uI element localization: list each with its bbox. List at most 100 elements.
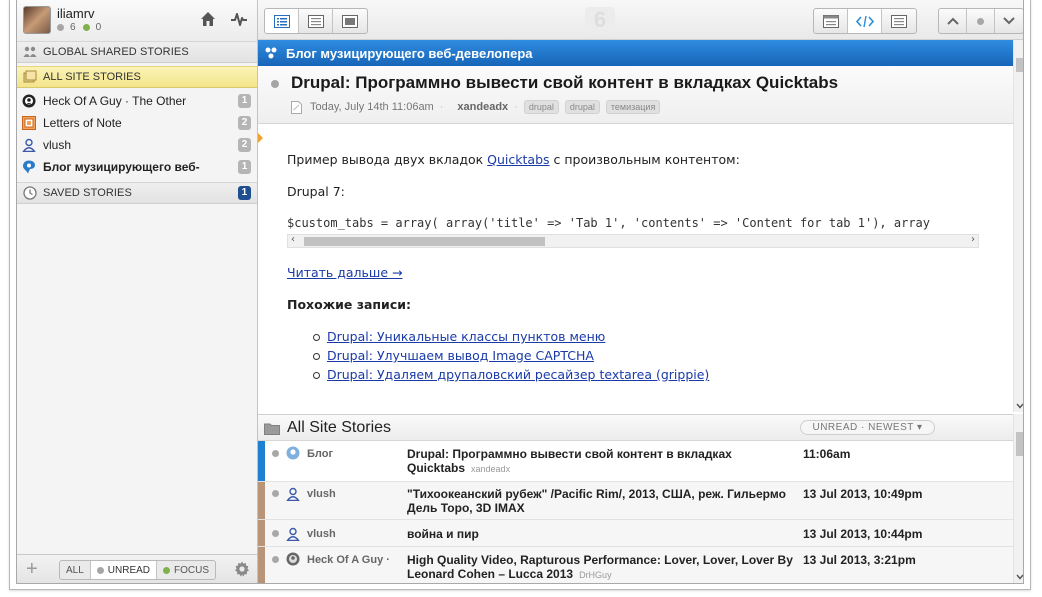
text-view-icon	[307, 14, 324, 28]
sidebar-feed-letters-of-note[interactable]: Letters of Note 2	[17, 112, 257, 134]
chevron-left-icon[interactable]: ‹	[291, 234, 295, 245]
story-list-scroll-thumb[interactable]	[1016, 432, 1023, 456]
all-site-stories[interactable]: ALL SITE STORIES	[17, 66, 257, 88]
table-row[interactable]: vlush война и пир 13 Jul 2013, 10:44pm	[258, 520, 1013, 547]
blog-favicon-icon	[265, 47, 277, 59]
unread-dot-icon[interactable]	[272, 450, 279, 457]
unread-dot-icon[interactable]	[272, 490, 279, 497]
related-heading: Похожие записи:	[287, 297, 411, 312]
row-date: 13 Jul 2013, 10:49pm	[803, 487, 923, 501]
filter-focus-label: FOCUS	[174, 564, 210, 576]
code-scroll-thumb[interactable]	[304, 237, 545, 246]
unread-badge: 1	[238, 94, 251, 108]
grey-count: 6	[70, 22, 76, 33]
sidebar-feed-vlush[interactable]: vlush 2	[17, 134, 257, 156]
top-toolbar: 6	[258, 0, 1023, 40]
table-row[interactable]: vlush "Тихоокеанский рубеж" /Pacific Rim…	[258, 482, 1013, 520]
feed-color-stripe	[258, 547, 265, 583]
grey-dot-icon	[977, 17, 984, 25]
story-view-icon	[891, 14, 907, 28]
home-icon[interactable]	[200, 11, 216, 27]
story-list-scrollbar[interactable]	[1013, 414, 1024, 583]
global-shared-label: GLOBAL SHARED STORIES	[43, 46, 189, 58]
code-horizontal-scrollbar[interactable]: ‹ ›	[287, 234, 979, 248]
related-link[interactable]: Drupal: Удаляем друпаловский ресайзер te…	[327, 367, 709, 382]
user-favicon-icon	[286, 527, 300, 541]
avatar[interactable]	[23, 6, 51, 34]
row-feed-name: vlush	[307, 528, 336, 540]
unread-dot-icon	[271, 80, 279, 88]
feed-label: Heck Of A Guy · The Other	[43, 94, 187, 108]
story-title[interactable]: Drupal: Программно вывести свой контент …	[271, 73, 838, 93]
user-counts: 6 0	[57, 22, 101, 33]
user-bar: iliamrv 6 0	[17, 0, 257, 42]
document-icon	[291, 100, 302, 114]
user-favicon-icon	[22, 138, 36, 152]
story-tag[interactable]: drupal	[523, 100, 559, 114]
mark-unread-button[interactable]	[967, 9, 995, 33]
quicktabs-link[interactable]: Quicktabs	[487, 152, 549, 167]
code-icon	[855, 15, 874, 27]
story-tag[interactable]: drupal	[564, 100, 600, 114]
app-container: iliamrv 6 0 GLOBAL SHARED STORIES ALL SI…	[16, 0, 1024, 584]
list-item: Drupal: Уникальные классы пунктов меню	[312, 329, 709, 348]
code-view-button[interactable]	[848, 9, 882, 33]
row-feed-name: vlush	[307, 488, 336, 500]
read-more-link[interactable]: Читать дальше →	[287, 265, 403, 280]
row-title: "Тихоокеанский рубеж" /Pacific Rim/, 201…	[407, 487, 799, 515]
sidebar-footer: + ALL UNREAD FOCUS	[17, 554, 257, 583]
green-dot-icon	[82, 24, 90, 31]
story-only-view-button[interactable]	[882, 9, 916, 33]
activity-icon[interactable]	[230, 11, 248, 27]
feed-label: Letters of Note	[43, 116, 122, 130]
filter-focus-button[interactable]: FOCUS	[157, 561, 215, 579]
row-title: война и пир	[407, 527, 799, 541]
full-view-button[interactable]	[333, 9, 367, 33]
add-feed-icon[interactable]: +	[26, 559, 38, 579]
chevron-down-icon[interactable]	[1016, 574, 1024, 580]
chevron-right-icon[interactable]: ›	[971, 234, 975, 245]
story-tag[interactable]: темизация	[605, 100, 661, 114]
saved-label: SAVED STORIES	[43, 187, 132, 199]
drupal-version: Drupal 7:	[287, 184, 345, 199]
story-scrollbar[interactable]	[1013, 40, 1024, 412]
unread-dot-icon[interactable]	[272, 530, 279, 537]
original-view-button[interactable]	[814, 9, 848, 33]
people-icon	[23, 46, 37, 57]
heck-of-a-guy-favicon-icon	[286, 552, 300, 566]
blog-favicon-icon	[286, 446, 300, 460]
sort-order-dropdown[interactable]: UNREAD · NEWEST ▾	[800, 420, 935, 435]
filter-unread-button[interactable]: UNREAD	[90, 561, 158, 579]
window-view-icon	[342, 14, 358, 28]
unread-badge: 1	[238, 160, 251, 174]
row-feed-name: Блог	[307, 448, 334, 460]
chevron-up-icon	[946, 17, 959, 25]
previous-story-button[interactable]	[939, 9, 967, 33]
table-row[interactable]: Heck Of A Guy · High Quality Video, Rapt…	[258, 547, 1013, 583]
original-view-icon	[822, 14, 839, 28]
row-title-text: "Тихоокеанский рубеж" /Pacific Rim/, 201…	[407, 487, 786, 515]
story-author[interactable]: xandeadx	[457, 101, 508, 113]
navigation-group	[938, 8, 1023, 34]
view-mode-group	[264, 8, 368, 34]
global-shared-stories[interactable]: GLOBAL SHARED STORIES	[17, 41, 257, 63]
username[interactable]: iliamrv	[57, 6, 95, 21]
filter-all-button[interactable]: ALL	[60, 561, 91, 579]
related-link[interactable]: Drupal: Улучшаем вывод Image CAPTCHA	[327, 348, 594, 363]
feed-view-button[interactable]	[265, 9, 299, 33]
sidebar-feed-blog[interactable]: Блог музицирующего веб- 1	[17, 156, 257, 178]
feed-header[interactable]: Блог музицирующего веб-девелопера	[258, 40, 1013, 66]
saved-stories[interactable]: SAVED STORIES 1	[17, 182, 257, 204]
table-row[interactable]: Блог Drupal: Программно вывести свой кон…	[258, 441, 1013, 482]
unread-dot-icon[interactable]	[272, 556, 279, 563]
chevron-down-icon[interactable]	[1016, 403, 1024, 409]
window-frame: iliamrv 6 0 GLOBAL SHARED STORIES ALL SI…	[9, 0, 1031, 590]
list-item: Drupal: Улучшаем вывод Image CAPTCHA	[312, 348, 709, 367]
related-link[interactable]: Drupal: Уникальные классы пунктов меню	[327, 329, 605, 344]
row-date: 13 Jul 2013, 3:21pm	[803, 553, 916, 567]
story-view-button[interactable]	[299, 9, 333, 33]
sidebar-feed-heck-of-a-guy[interactable]: Heck Of A Guy · The Other 1	[17, 90, 257, 112]
gear-icon[interactable]	[234, 561, 250, 577]
next-story-button[interactable]	[995, 9, 1023, 33]
story-scroll-thumb[interactable]	[1016, 58, 1023, 72]
